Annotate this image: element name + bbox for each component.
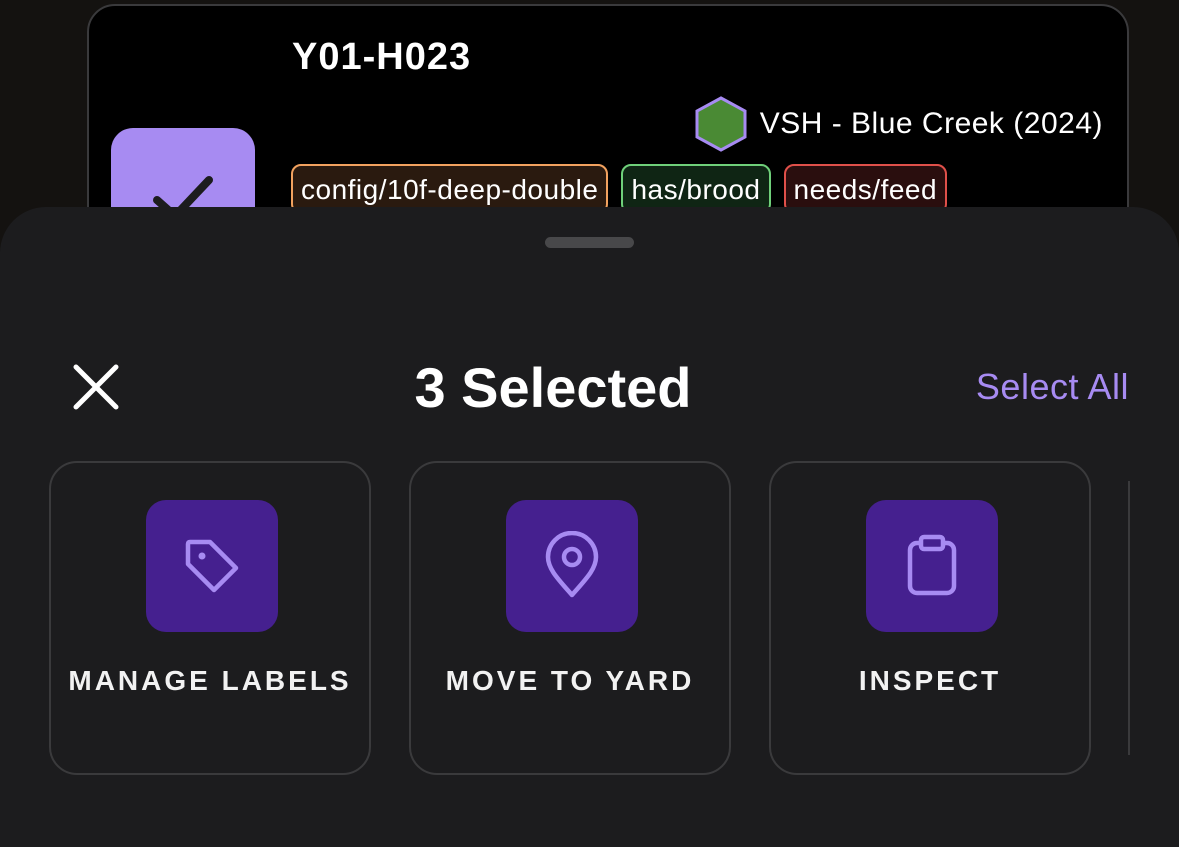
map-pin-icon <box>545 531 599 598</box>
manage-labels-label: MANAGE LABELS <box>68 665 352 696</box>
clipboard-icon <box>907 534 957 596</box>
hexagon-icon <box>695 96 747 152</box>
selection-count-title: 3 Selected <box>414 356 692 419</box>
manage-labels-icon-tile <box>146 500 278 632</box>
sheet-grabber[interactable] <box>545 237 634 248</box>
inspect-icon-tile <box>866 500 998 632</box>
inspect-label: INSPECT <box>858 665 1002 696</box>
move-to-yard-label: MOVE TO YARD <box>445 665 695 696</box>
move-to-yard-button[interactable]: MOVE TO YARD <box>409 461 731 775</box>
tag-icon <box>185 539 239 593</box>
breed-label: VSH - Blue Creek (2024) <box>759 107 1103 140</box>
manage-labels-button[interactable]: MANAGE LABELS <box>49 461 371 775</box>
inspect-button[interactable]: INSPECT <box>769 461 1091 775</box>
next-action-peek[interactable] <box>1128 481 1136 755</box>
breed-badge: VSH - Blue Creek (2024) <box>694 96 1103 152</box>
hive-title: Y01-H023 <box>292 36 472 78</box>
select-all-button[interactable]: Select All <box>976 366 1129 408</box>
move-to-yard-icon-tile <box>506 500 638 632</box>
bulk-action-sheet: 3 Selected Select All MANAGE LABELS MOVE… <box>0 207 1179 847</box>
